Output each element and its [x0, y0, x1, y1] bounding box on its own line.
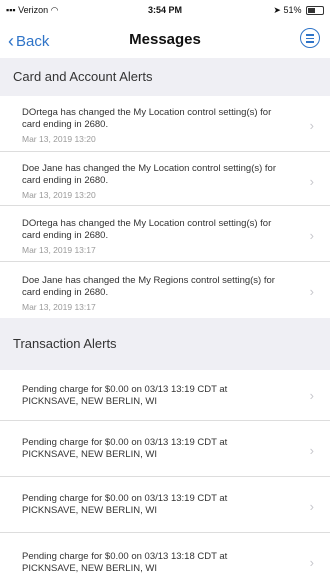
status-bar: ▪▪▪ Verizon ◠ 3:54 PM ➤ 51% — [0, 0, 330, 20]
list-item[interactable]: DOrtega has changed the My Location cont… — [0, 206, 330, 262]
chevron-right-icon: › — [309, 555, 314, 570]
chevron-right-icon: › — [309, 443, 314, 458]
section-header-card-alerts: Card and Account Alerts — [0, 58, 330, 96]
list-item[interactable]: Pending charge for $0.00 on 03/13 13:19 … — [0, 421, 330, 477]
list-item[interactable]: Pending charge for $0.00 on 03/13 13:19 … — [0, 477, 330, 533]
list-item[interactable]: Pending charge for $0.00 on 03/13 13:18 … — [0, 533, 330, 581]
navigation-bar: ‹ Back Messages — [0, 20, 330, 58]
list-item[interactable]: DOrtega has changed the My Location cont… — [0, 96, 330, 152]
chevron-right-icon: › — [309, 499, 314, 514]
section-header-transaction-alerts: Transaction Alerts — [0, 318, 330, 370]
chevron-right-icon: › — [309, 174, 314, 189]
chevron-right-icon: › — [309, 388, 314, 403]
list-item[interactable]: Doe Jane has changed the My Regions cont… — [0, 262, 330, 318]
battery-icon — [306, 6, 324, 16]
chevron-right-icon: › — [309, 284, 314, 299]
menu-icon[interactable] — [300, 28, 320, 48]
chevron-right-icon: › — [309, 118, 314, 133]
list-item[interactable]: Pending charge for $0.00 on 03/13 13:19 … — [0, 370, 330, 421]
list-item[interactable]: Doe Jane has changed the My Location con… — [0, 152, 330, 206]
battery-status: ➤ 51% — [273, 5, 324, 16]
chevron-right-icon: › — [309, 228, 314, 243]
location-icon: ➤ — [273, 5, 281, 15]
page-title: Messages — [129, 31, 201, 48]
